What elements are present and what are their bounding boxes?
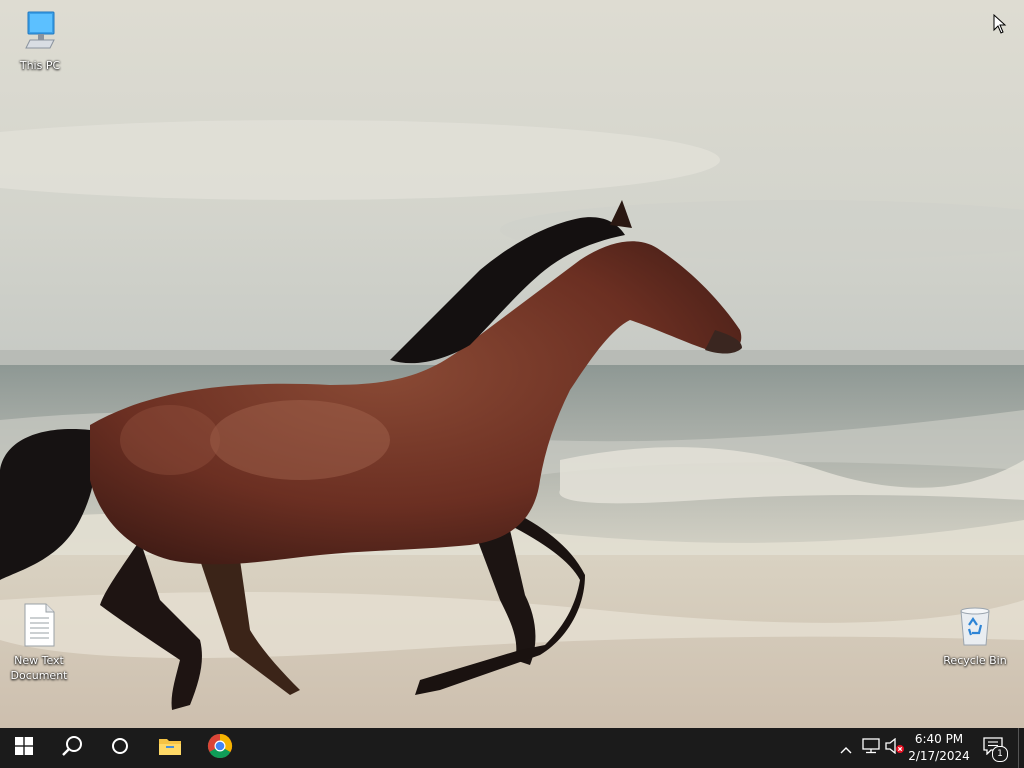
recycle-bin-icon xyxy=(937,603,1013,651)
desktop-icon-label: New Text Document xyxy=(10,654,68,682)
show-desktop-button[interactable] xyxy=(1018,728,1024,768)
notification-count-badge: 1 xyxy=(992,746,1008,762)
desktop-icon-label: Recycle Bin xyxy=(943,654,1007,667)
chrome-button[interactable] xyxy=(196,728,244,768)
desktop-icon-recycle-bin[interactable]: Recycle Bin xyxy=(937,603,1013,668)
search-button[interactable] xyxy=(48,728,96,768)
chrome-icon xyxy=(207,733,233,763)
this-pc-icon xyxy=(2,10,78,56)
file-explorer-icon xyxy=(158,736,182,760)
desktop-icon-new-text-document[interactable]: New Text Document xyxy=(1,603,77,683)
horse-on-beach-wallpaper xyxy=(0,0,1024,728)
search-icon xyxy=(61,735,83,761)
network-icon xyxy=(862,738,880,758)
taskbar: 6:40 PM 2/17/2024 xyxy=(0,728,1024,768)
cortana-button[interactable] xyxy=(96,728,144,768)
desktop[interactable]: This PC New Text Document Recycle Bin xyxy=(0,0,1024,728)
network-button[interactable] xyxy=(860,728,882,768)
chevron-up-icon xyxy=(840,739,852,758)
volume-muted-icon xyxy=(885,737,905,758)
clock[interactable]: 6:40 PM 2/17/2024 xyxy=(906,731,972,765)
text-document-icon xyxy=(1,603,77,651)
show-hidden-icons-button[interactable] xyxy=(836,728,856,768)
mouse-cursor-icon xyxy=(993,13,1007,38)
cortana-icon xyxy=(111,737,129,759)
desktop-icon-this-pc[interactable]: This PC xyxy=(2,10,78,73)
file-explorer-button[interactable] xyxy=(146,728,194,768)
volume-button[interactable] xyxy=(884,728,906,768)
desktop-icon-label: This PC xyxy=(19,59,61,72)
start-button[interactable] xyxy=(0,728,48,768)
clock-time: 6:40 PM xyxy=(914,732,964,746)
clock-date: 2/17/2024 xyxy=(908,749,970,763)
windows-start-icon xyxy=(15,737,33,759)
